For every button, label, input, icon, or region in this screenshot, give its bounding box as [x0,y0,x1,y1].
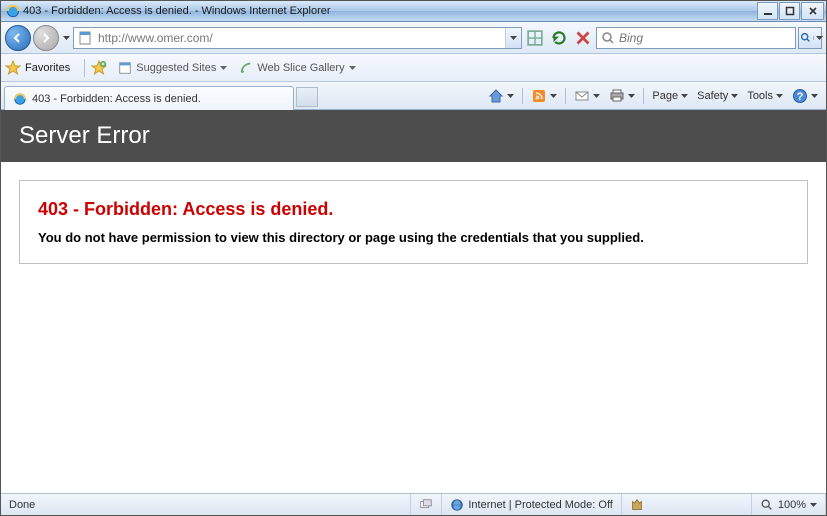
home-button[interactable] [484,85,518,107]
stop-button[interactable] [572,27,594,49]
print-button[interactable] [605,85,639,107]
error-body: You do not have permission to view this … [38,230,789,245]
tools-menu-label: Tools [747,90,773,102]
address-bar [73,27,522,49]
chevron-down-icon [681,94,688,98]
chevron-down-icon [731,94,738,98]
safety-menu-label: Safety [697,90,728,102]
favorites-separator [84,59,85,77]
window-title: 403 - Forbidden: Access is denied. - Win… [23,5,756,17]
status-left: Done [1,494,411,515]
search-input[interactable] [619,28,795,48]
search-go-button[interactable] [798,27,822,49]
chevron-down-icon [550,94,557,98]
chevron-down-icon [628,94,635,98]
add-favorite-icon[interactable] [91,60,107,76]
ie-page-icon [13,92,27,106]
ie-icon [6,4,20,18]
zoom-control[interactable]: 100% [752,494,826,515]
refresh-button[interactable] [548,27,570,49]
status-popup-blocker[interactable] [411,494,442,515]
favorites-label[interactable]: Favorites [25,62,70,74]
address-input[interactable] [96,28,505,48]
search-provider-icon [600,30,616,46]
maximize-button[interactable] [779,2,800,20]
favorites-star-icon[interactable] [5,60,21,76]
web-slice-label: Web Slice Gallery [257,62,344,74]
active-tab[interactable]: 403 - Forbidden: Access is denied. [4,86,294,110]
help-button[interactable]: ? [788,85,822,107]
chevron-down-icon [349,66,356,70]
page-menu[interactable]: Page [648,87,692,105]
back-button[interactable] [5,25,31,51]
web-slice-link[interactable]: Web Slice Gallery [234,58,360,78]
page-menu-label: Page [652,90,678,102]
tools-menu[interactable]: Tools [743,87,787,105]
navigation-bar [1,22,826,54]
nav-history-dropdown[interactable] [61,26,71,50]
address-dropdown[interactable] [505,28,521,48]
chevron-down-icon [776,94,783,98]
status-bar: Done Internet | Protected Mode: Off 100% [1,493,826,515]
status-zone[interactable]: Internet | Protected Mode: Off [442,494,622,515]
status-zone-label: Internet | Protected Mode: Off [468,499,613,511]
svg-text:?: ? [797,91,804,103]
close-button[interactable] [801,2,824,20]
chevron-down-icon [811,94,818,98]
error-title: 403 - Forbidden: Access is denied. [38,199,789,220]
chevron-down-icon [593,94,600,98]
search-bar [596,27,796,49]
compatibility-button[interactable] [524,27,546,49]
suggested-sites-link[interactable]: Suggested Sites [113,58,232,78]
error-box: 403 - Forbidden: Access is denied. You d… [19,180,808,264]
page-icon [77,30,93,46]
title-bar: 403 - Forbidden: Access is denied. - Win… [1,1,826,22]
safety-menu[interactable]: Safety [693,87,742,105]
tab-title: 403 - Forbidden: Access is denied. [32,93,285,105]
feeds-button[interactable] [527,85,561,107]
page-content: Server Error 403 - Forbidden: Access is … [1,110,826,493]
forward-button[interactable] [33,25,59,51]
command-bar: Page Safety Tools ? [484,85,826,109]
chevron-down-icon [507,94,514,98]
status-progress [622,494,752,515]
mail-button[interactable] [570,85,604,107]
tab-bar: 403 - Forbidden: Access is denied. Page … [1,82,826,110]
server-error-header: Server Error [1,110,826,162]
chevron-down-icon [220,66,227,70]
favorites-bar: Favorites Suggested Sites Web Slice Gall… [1,54,826,82]
suggested-sites-icon [118,61,132,75]
web-slice-icon [239,61,253,75]
chevron-down-icon [810,503,817,507]
suggested-sites-label: Suggested Sites [136,62,216,74]
zoom-label: 100% [778,499,806,511]
new-tab-button[interactable] [296,87,318,107]
minimize-button[interactable] [757,2,778,20]
